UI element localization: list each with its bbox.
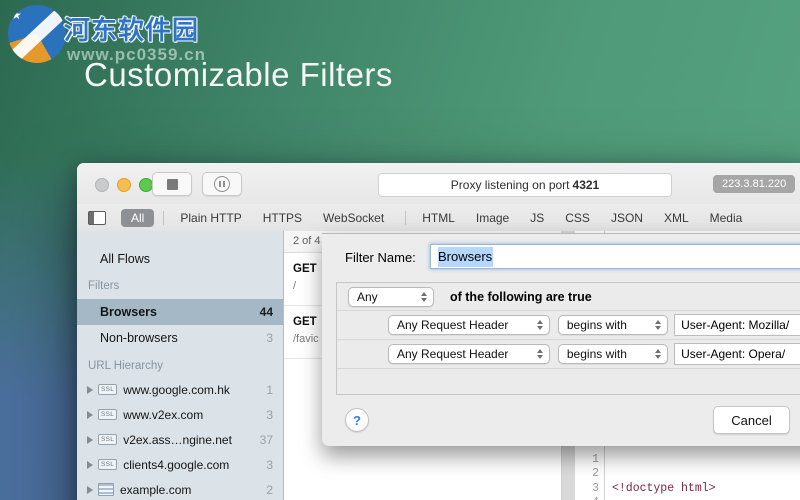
filter-tabs-bar: All Plain HTTP HTTPS WebSocket HTML Imag… bbox=[77, 204, 800, 232]
watermark-site-name: 河东软件园 bbox=[64, 15, 200, 45]
popup-stepper-icon bbox=[655, 320, 662, 330]
sidebar-host-row[interactable]: SSL clients4.google.com 3 bbox=[77, 452, 283, 477]
zoom-button[interactable] bbox=[139, 178, 153, 192]
code-line: <!doctype html> bbox=[612, 481, 716, 495]
filter-edit-dialog: Filter Name: Browsers Any of the followi… bbox=[322, 233, 800, 446]
rule-field-popup[interactable]: Any Request Header bbox=[388, 315, 550, 335]
disclosure-triangle-icon[interactable] bbox=[87, 485, 93, 494]
sidebar-host-row[interactable]: SSL v2ex.ass…ngine.net 37 bbox=[77, 427, 283, 452]
host-list-icon bbox=[98, 483, 114, 496]
sidebar-host-row[interactable]: example.com 2 bbox=[77, 477, 283, 500]
help-button[interactable]: ? bbox=[345, 408, 369, 432]
line-number: 4 bbox=[575, 496, 599, 500]
empty-rule-row bbox=[337, 369, 800, 394]
sidebar-item-non-browsers[interactable]: Non-browsers 3 bbox=[77, 325, 283, 351]
host-label: v2ex.ass…ngine.net bbox=[123, 432, 232, 447]
flow-count-badge: 3 bbox=[266, 331, 273, 345]
rule-field-popup[interactable]: Any Request Header bbox=[388, 344, 550, 364]
disclosure-triangle-icon[interactable] bbox=[87, 385, 93, 394]
popup-stepper-icon bbox=[536, 349, 543, 359]
popup-stepper-icon bbox=[655, 349, 662, 359]
tab-xml[interactable]: XML bbox=[664, 211, 689, 225]
match-mode-text: of the following are true bbox=[450, 289, 592, 304]
sidebar-item-label: Non-browsers bbox=[100, 331, 178, 345]
sidebar-host-row[interactable]: SSL www.v2ex.com 3 bbox=[77, 402, 283, 427]
proxy-status-field: Proxy listening on port 4321 bbox=[378, 173, 672, 197]
host-label: www.google.com.hk bbox=[123, 382, 230, 397]
match-mode-popup[interactable]: Any bbox=[348, 286, 434, 307]
close-button[interactable] bbox=[95, 178, 109, 192]
line-number: 3 bbox=[592, 481, 599, 495]
pause-button[interactable] bbox=[202, 172, 242, 196]
flow-count-badge: 2 bbox=[266, 482, 273, 497]
tab-websocket[interactable]: WebSocket bbox=[323, 211, 384, 225]
screenshot-stage: ★ 河东软件园 www.pc0359.cn Customizable Filte… bbox=[0, 0, 800, 500]
sidebar: All Flows Filters Browsers 44 Non-browse… bbox=[77, 231, 284, 500]
proxy-port: 4321 bbox=[572, 178, 600, 192]
tab-plain-http[interactable]: Plain HTTP bbox=[180, 211, 241, 225]
tab-js[interactable]: JS bbox=[530, 211, 544, 225]
rule-value-input[interactable]: User-Agent: Mozilla/ bbox=[674, 314, 800, 336]
star-icon: ★ bbox=[11, 8, 22, 22]
stop-button[interactable] bbox=[152, 172, 192, 196]
sidebar-section-url-hierarchy: URL Hierarchy bbox=[88, 360, 163, 372]
disclosure-triangle-icon[interactable] bbox=[87, 435, 93, 444]
proxy-status-text: Proxy listening on port bbox=[450, 178, 570, 192]
tab-separator bbox=[405, 210, 407, 225]
flow-count-badge: 1 bbox=[266, 382, 273, 397]
ip-address-badge: 223.3.81.220 bbox=[713, 175, 796, 193]
flow-count-badge: 44 bbox=[259, 305, 273, 319]
flow-count-badge: 3 bbox=[266, 457, 273, 472]
titlebar[interactable]: Proxy listening on port 4321 223.3.81.22… bbox=[77, 163, 800, 204]
popup-stepper-icon bbox=[536, 320, 543, 330]
tab-css[interactable]: CSS bbox=[565, 211, 590, 225]
rule-operator-popup[interactable]: begins with bbox=[557, 315, 669, 335]
rule-row: Any Request Header begins with User-Agen… bbox=[337, 311, 800, 340]
selected-text: Browsers bbox=[438, 247, 494, 267]
flow-count-badge: 37 bbox=[259, 432, 273, 447]
minimize-button[interactable] bbox=[117, 178, 131, 192]
cancel-button[interactable]: Cancel bbox=[713, 406, 790, 434]
tab-separator bbox=[163, 210, 165, 225]
sidebar-item-all-flows[interactable]: All Flows bbox=[77, 247, 283, 271]
filter-name-label: Filter Name: bbox=[345, 250, 416, 265]
sidebar-host-row[interactable]: SSL www.google.com.hk 1 bbox=[77, 377, 283, 402]
rule-value-input[interactable]: User-Agent: Opera/ bbox=[674, 343, 800, 365]
pause-icon bbox=[214, 176, 230, 192]
sidebar-toggle-icon[interactable] bbox=[88, 210, 106, 225]
ssl-badge: SSL bbox=[98, 434, 118, 445]
sidebar-item-browsers[interactable]: Browsers 44 bbox=[77, 299, 283, 325]
host-label: example.com bbox=[120, 482, 192, 497]
tab-json[interactable]: JSON bbox=[611, 211, 643, 225]
host-label: www.v2ex.com bbox=[123, 407, 204, 422]
rule-row: Any Request Header begins with User-Agen… bbox=[337, 340, 800, 369]
stop-icon bbox=[166, 178, 178, 190]
sidebar-section-filters: Filters bbox=[88, 280, 120, 292]
traffic-lights bbox=[95, 178, 153, 192]
page-title: Customizable Filters bbox=[84, 56, 393, 93]
ssl-badge: SSL bbox=[98, 409, 118, 420]
tab-html[interactable]: HTML bbox=[422, 211, 455, 225]
filter-name-input[interactable]: Browsers bbox=[430, 244, 800, 269]
sidebar-item-label: Browsers bbox=[100, 305, 157, 319]
disclosure-triangle-icon[interactable] bbox=[87, 410, 93, 419]
line-number: 2 bbox=[592, 467, 599, 481]
ssl-badge: SSL bbox=[98, 459, 118, 470]
app-window: Proxy listening on port 4321 223.3.81.22… bbox=[77, 163, 800, 500]
tab-image[interactable]: Image bbox=[476, 211, 509, 225]
host-label: clients4.google.com bbox=[123, 457, 230, 472]
rule-operator-popup[interactable]: begins with bbox=[557, 344, 669, 364]
tab-https[interactable]: HTTPS bbox=[263, 211, 302, 225]
tab-all[interactable]: All bbox=[121, 208, 155, 227]
match-mode-row: Any of the following are true bbox=[337, 283, 800, 311]
popup-stepper-icon bbox=[421, 291, 427, 302]
flow-count-badge: 3 bbox=[266, 407, 273, 422]
ssl-badge: SSL bbox=[98, 384, 118, 395]
tab-media[interactable]: Media bbox=[710, 211, 743, 225]
watermark-logo-icon: ★ bbox=[8, 5, 66, 63]
rules-groupbox: Any of the following are true Any Reques… bbox=[336, 282, 800, 395]
line-number: 1 bbox=[592, 453, 599, 466]
disclosure-triangle-icon[interactable] bbox=[87, 460, 93, 469]
